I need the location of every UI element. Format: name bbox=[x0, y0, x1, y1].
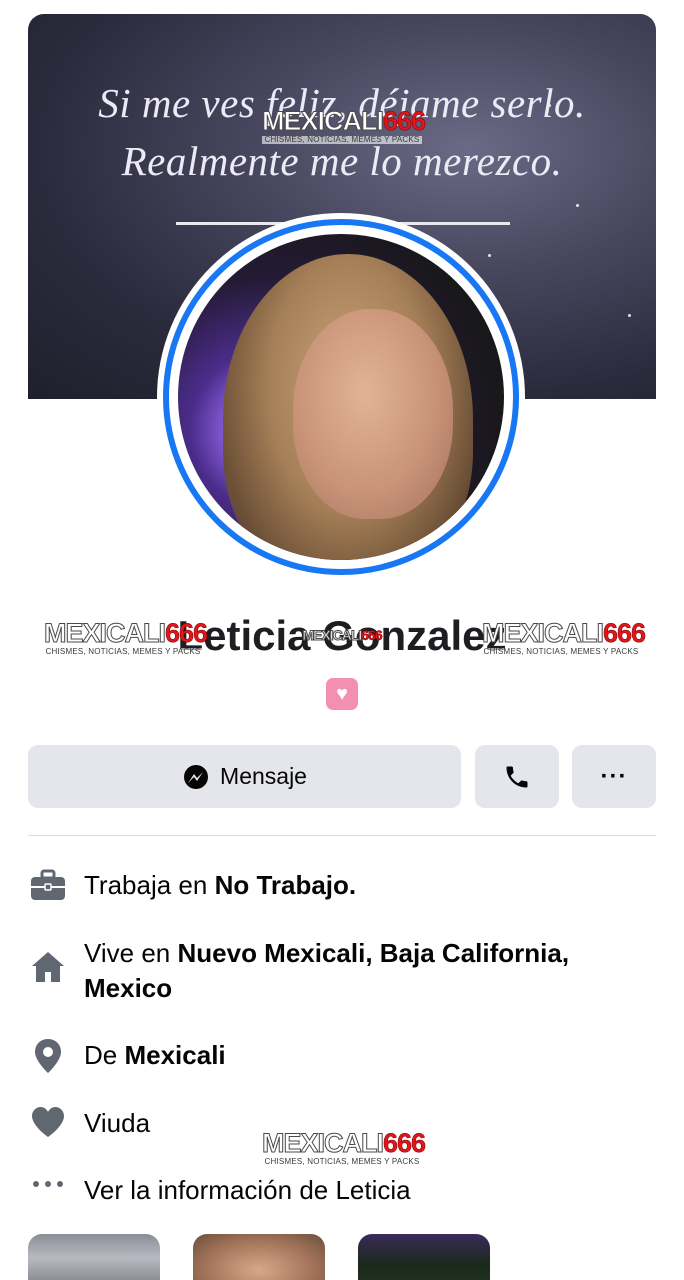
watermark-tagline: CHISMES, NOTICIAS, MEMES Y PACKS bbox=[44, 647, 202, 656]
info-from-value[interactable]: Mexicali bbox=[124, 1040, 225, 1070]
location-pin-icon bbox=[28, 1038, 68, 1078]
info-row-work: Trabaja en No Trabajo. bbox=[28, 868, 656, 908]
watermark-logo: MEXICALI666 CHISMES, NOTICIAS, MEMES Y P… bbox=[261, 106, 427, 144]
info-relationship-text: Viuda bbox=[84, 1108, 151, 1138]
profile-avatar[interactable] bbox=[157, 213, 525, 581]
avatar-face bbox=[293, 309, 453, 519]
info-from-prefix: De bbox=[84, 1040, 125, 1070]
messenger-icon bbox=[184, 764, 209, 789]
phone-icon bbox=[506, 766, 528, 787]
pink-heart-emoji-icon: ♥ bbox=[326, 678, 358, 710]
call-button[interactable] bbox=[475, 745, 559, 808]
more-options-button[interactable]: ··· bbox=[572, 745, 656, 808]
info-from-text: De Mexicali bbox=[84, 1038, 226, 1073]
watermark-brand-a: MEXICALI bbox=[43, 618, 166, 648]
heart-icon bbox=[28, 1106, 68, 1146]
watermark-logo: MEXICALI666 CHISMES, NOTICIAS, MEMES Y P… bbox=[261, 1128, 427, 1166]
info-row-from: De Mexicali bbox=[28, 1038, 656, 1078]
watermark-brand-a: MEXICALI bbox=[261, 1128, 384, 1158]
star-decoration bbox=[576, 204, 579, 207]
info-lives-text: Vive en Nuevo Mexicali, Baja California,… bbox=[84, 936, 644, 1006]
briefcase-icon bbox=[28, 868, 68, 908]
message-button-label: Mensaje bbox=[220, 763, 307, 789]
watermark-brand-b: 666 bbox=[383, 106, 427, 136]
info-work-value[interactable]: No Trabajo. bbox=[215, 870, 357, 900]
watermark-logo: MEXICALI666 bbox=[301, 627, 383, 643]
info-work-prefix: Trabaja en bbox=[84, 870, 215, 900]
info-work-text: Trabaja en No Trabajo. bbox=[84, 868, 356, 903]
info-row-lives: Vive en Nuevo Mexicali, Baja California,… bbox=[28, 936, 656, 1006]
avatar-photo bbox=[178, 234, 504, 560]
watermark-brand-a: MEXICALI bbox=[261, 106, 384, 136]
watermark-tagline: CHISMES, NOTICIAS, MEMES Y PACKS bbox=[262, 1158, 422, 1166]
section-divider bbox=[28, 835, 656, 836]
watermark-brand-a: MEXICALI bbox=[302, 627, 363, 643]
watermark-brand-b: 666 bbox=[165, 618, 209, 648]
photo-thumbnail[interactable] bbox=[193, 1234, 325, 1280]
watermark-logo: MEXICALI666 CHISMES, NOTICIAS, MEMES Y P… bbox=[481, 618, 646, 656]
info-row-see-more[interactable]: Ver la información de Leticia bbox=[28, 1173, 656, 1219]
star-decoration bbox=[488, 254, 491, 257]
watermark-brand-b: 666 bbox=[603, 618, 647, 648]
watermark-brand-a: MEXICALI bbox=[481, 618, 604, 648]
watermark-brand-b: 666 bbox=[361, 627, 383, 643]
more-dots-icon: ··· bbox=[600, 762, 628, 790]
photo-thumbnail[interactable] bbox=[358, 1234, 490, 1280]
star-decoration bbox=[628, 314, 631, 317]
watermark-logo: MEXICALI666 CHISMES, NOTICIAS, MEMES Y P… bbox=[43, 618, 208, 656]
watermark-brand-b: 666 bbox=[383, 1128, 427, 1158]
see-more-info-link[interactable]: Ver la información de Leticia bbox=[84, 1173, 411, 1208]
story-ring bbox=[163, 219, 519, 575]
watermark-tagline: CHISMES, NOTICIAS, MEMES Y PACKS bbox=[262, 136, 422, 144]
home-icon bbox=[28, 950, 68, 990]
message-button[interactable]: Mensaje bbox=[28, 745, 461, 808]
photo-thumbnail[interactable] bbox=[28, 1234, 160, 1280]
info-lives-prefix: Vive en bbox=[84, 938, 178, 968]
more-dots-icon bbox=[28, 1179, 68, 1219]
watermark-tagline: CHISMES, NOTICIAS, MEMES Y PACKS bbox=[482, 647, 640, 656]
